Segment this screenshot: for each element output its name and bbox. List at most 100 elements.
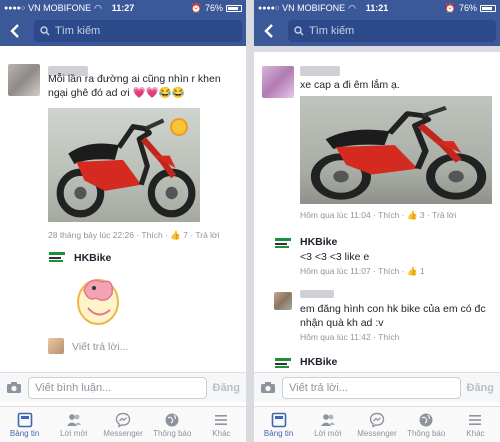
wifi-icon: ◠: [94, 2, 103, 13]
tab-friend-requests[interactable]: Lời mời: [303, 407, 352, 442]
commenter-avatar[interactable]: [8, 64, 40, 96]
reply-text: <3 <3 <3 like e: [300, 251, 370, 263]
hkbike-logo-icon[interactable]: [274, 236, 292, 250]
write-reply-prompt[interactable]: Viết trả lời...: [72, 340, 128, 354]
commenter-avatar[interactable]: [274, 292, 292, 310]
comment-text: em đăng hình con hk bike của em có đc nh…: [300, 303, 486, 329]
like-thumb-icon: 👍: [406, 210, 418, 220]
messenger-icon: [115, 412, 131, 428]
battery-percent: 76%: [458, 3, 477, 13]
bottom-tab-bar: Bảng tin Lời mời Messenger Thông báo Khá…: [0, 406, 246, 442]
search-icon: [40, 26, 50, 36]
commenter-name-redacted[interactable]: [300, 66, 340, 76]
tab-notifications[interactable]: Thông báo: [148, 407, 197, 442]
tab-notifications[interactable]: Thông báo: [402, 407, 451, 442]
hkbike-logo-icon[interactable]: [48, 250, 66, 264]
comment-time: Hôm qua lúc 11:04: [300, 210, 371, 220]
like-thumb-icon: 👍: [406, 266, 418, 276]
comment-text: Mỗi lần ra đường ai cũng nhìn r khen ngạ…: [48, 73, 221, 99]
tab-news-feed[interactable]: Bảng tin: [0, 407, 49, 442]
news-feed-icon: [17, 412, 32, 427]
search-icon: [294, 26, 304, 36]
commenter-name-redacted[interactable]: [300, 290, 334, 298]
like-link[interactable]: Thích: [378, 210, 399, 220]
comments-list: xe cap a đi êm lắm ạ. Hôm qua lúc 11:04 …: [254, 46, 500, 442]
like-count: 1: [419, 266, 425, 276]
search-field[interactable]: Tìm kiếm: [34, 20, 242, 42]
news-feed-icon: [271, 412, 286, 427]
comment-meta: Hôm qua lúc 11:42 · Thích: [300, 332, 400, 342]
comment-photo[interactable]: [48, 108, 200, 222]
bottom-tab-bar: Bảng tin Lời mời Messenger Thông báo Khá…: [254, 406, 500, 442]
tab-messenger[interactable]: Messenger: [98, 407, 147, 442]
tab-label: Bảng tin: [9, 428, 40, 438]
reply-author-name[interactable]: HKBike: [300, 236, 337, 248]
dragon-sticker[interactable]: [70, 268, 128, 330]
messenger-icon: [369, 412, 385, 428]
sun-sticker-icon: [170, 118, 188, 136]
like-count: 7: [183, 230, 188, 240]
tab-label: Lời mời: [60, 428, 88, 438]
comment-meta: Hôm qua lúc 11:04 · Thích · 👍 3 · Trả lờ…: [300, 210, 457, 220]
back-button[interactable]: [4, 20, 26, 42]
comment-meta: 28 tháng bảy lúc 22:26 · Thích · 👍 7 · T…: [48, 230, 220, 240]
status-bar: ●●●●○ VN MOBIFONE ◠ 11:21 ⏰ 76%: [254, 0, 500, 16]
search-field[interactable]: Tìm kiếm: [288, 20, 496, 42]
tab-label: Khác: [212, 428, 231, 438]
nav-bar: Tìm kiếm: [0, 16, 246, 46]
comments-list: Mỗi lần ra đường ai cũng nhìn r khen ngạ…: [0, 46, 246, 442]
reply-input-placeholder: Viết trả lời...: [289, 381, 348, 394]
camera-icon[interactable]: [6, 381, 22, 394]
commenter-avatar[interactable]: [262, 66, 294, 98]
menu-icon: [469, 414, 482, 425]
chevron-left-icon: [10, 24, 19, 38]
back-button[interactable]: [258, 20, 280, 42]
reply-composer: Viết trả lời... Đăng: [254, 372, 500, 402]
signal-icon: ●●●●○: [4, 4, 26, 12]
comment-input[interactable]: Viết bình luận...: [28, 376, 207, 399]
reply-input[interactable]: Viết trả lời...: [282, 376, 461, 399]
like-link[interactable]: Thích: [378, 332, 399, 342]
carrier-name: VN MOBIFONE: [282, 3, 346, 13]
alarm-icon: ⏰: [444, 2, 456, 13]
reply-author-name[interactable]: HKBike: [74, 252, 111, 264]
comment-text: xe cap a đi êm lắm ạ.: [300, 79, 400, 91]
tab-label: Messenger: [103, 428, 143, 438]
reply-link[interactable]: Trả lời: [432, 210, 456, 220]
status-bar: ●●●●○ VN MOBIFONE ◠ 11:27 ⏰ 76%: [0, 0, 246, 16]
post-button[interactable]: Đăng: [467, 382, 495, 394]
reply-link[interactable]: Trả lời: [195, 230, 219, 240]
camera-icon[interactable]: [260, 381, 276, 394]
comment-time: 28 tháng bảy lúc 22:26: [48, 230, 135, 240]
nav-bar: Tìm kiếm: [254, 16, 500, 46]
friend-requests-icon: [66, 413, 81, 426]
reply-avatar[interactable]: [48, 338, 64, 354]
tab-more[interactable]: Khác: [451, 407, 500, 442]
top-separator: [254, 46, 500, 52]
tab-label: Thông báo: [153, 428, 192, 438]
tab-messenger[interactable]: Messenger: [352, 407, 401, 442]
comment-time: Hôm qua lúc 11:42: [300, 332, 371, 342]
alarm-icon: ⏰: [190, 2, 202, 13]
tab-friend-requests[interactable]: Lời mời: [49, 407, 98, 442]
like-thumb-icon: 👍: [170, 230, 181, 240]
tab-news-feed[interactable]: Bảng tin: [254, 407, 303, 442]
tab-more[interactable]: Khác: [197, 407, 246, 442]
comment-photo[interactable]: [300, 96, 492, 204]
reply-meta: Hôm qua lúc 11:07 · Thích · 👍 1: [300, 266, 425, 276]
tab-label: Messenger: [357, 428, 397, 438]
comment-composer: Viết bình luận... Đăng: [0, 372, 246, 402]
hkbike-logo-icon[interactable]: [274, 356, 292, 370]
signal-icon: ●●●●○: [258, 4, 280, 12]
left-phone-screen: ●●●●○ VN MOBIFONE ◠ 11:27 ⏰ 76% Tìm kiếm…: [0, 0, 246, 442]
comment-input-placeholder: Viết bình luận...: [35, 381, 112, 394]
right-phone-screen: ●●●●○ VN MOBIFONE ◠ 11:21 ⏰ 76% Tìm kiếm…: [254, 0, 500, 442]
reply-author-name[interactable]: HKBike: [300, 356, 337, 368]
tab-label: Thông báo: [407, 428, 446, 438]
post-button[interactable]: Đăng: [213, 382, 241, 394]
globe-icon: [419, 413, 433, 426]
like-link[interactable]: Thích: [141, 230, 162, 240]
tab-label: Lời mời: [314, 428, 342, 438]
like-link[interactable]: Thích: [378, 266, 399, 276]
like-count: 3: [419, 210, 425, 220]
